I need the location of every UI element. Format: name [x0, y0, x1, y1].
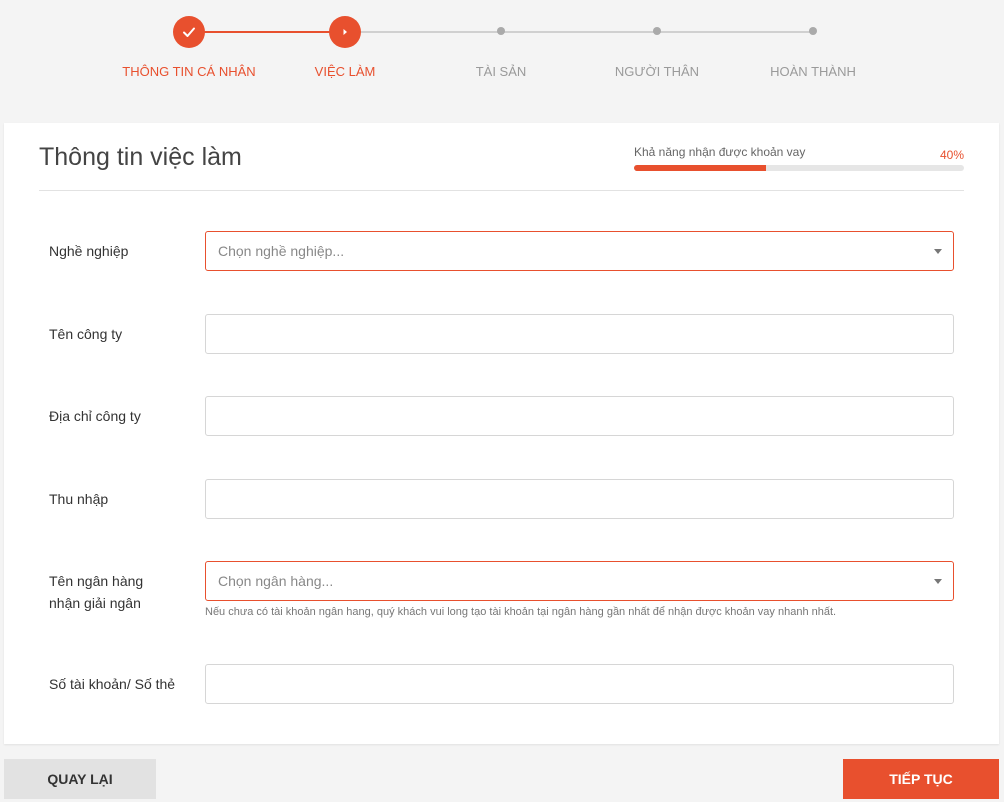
back-button[interactable]: QUAY LẠI	[4, 759, 156, 799]
progress-track	[634, 165, 964, 171]
step-employment[interactable]: VIỆC LÀM	[265, 0, 425, 79]
company-address-label: Địa chỉ công ty	[49, 408, 141, 424]
bank-placeholder: Chọn ngân hàng...	[218, 573, 334, 589]
step-assets[interactable]: TÀI SẢN	[421, 0, 581, 79]
company-name-label: Tên công ty	[49, 326, 123, 342]
continue-button[interactable]: TIẾP TỤC	[843, 759, 999, 799]
account-number-label: Số tài khoản/ Số thẻ	[49, 676, 176, 692]
company-address-input[interactable]	[205, 396, 954, 436]
step-label: NGƯỜI THÂN	[614, 64, 700, 79]
step-label: THÔNG TIN CÁ NHÂN	[122, 64, 256, 79]
step-relatives[interactable]: NGƯỜI THÂN	[577, 0, 737, 79]
bank-hint: Nếu chưa có tài khoản ngân hang, quý khá…	[205, 606, 837, 618]
step-complete[interactable]: HOÀN THÀNH	[733, 0, 893, 79]
bank-label: Tên ngân hàng nhận giải ngân	[49, 570, 199, 614]
income-label: Thu nhập	[49, 491, 109, 507]
employment-form-card: Thông tin việc làm Khả năng nhận được kh…	[4, 123, 999, 744]
step-dot-icon	[653, 27, 661, 35]
play-icon	[329, 16, 361, 48]
account-number-input[interactable]	[205, 664, 954, 704]
loan-eligibility-progress: Khả năng nhận được khoản vay 40%	[634, 145, 964, 171]
step-dot-icon	[497, 27, 505, 35]
bank-label-line1: Tên ngân hàng	[49, 573, 144, 589]
page-title: Thông tin việc làm	[39, 143, 242, 171]
title-divider	[39, 190, 964, 191]
company-name-input[interactable]	[205, 314, 954, 354]
progress-stepper: THÔNG TIN CÁ NHÂN VIỆC LÀM TÀI SẢN NGƯỜI…	[0, 0, 1004, 110]
step-dot-icon	[809, 27, 817, 35]
step-label: HOÀN THÀNH	[770, 64, 856, 79]
check-icon	[173, 16, 205, 48]
progress-percent: 40%	[939, 148, 964, 162]
step-personal-info[interactable]: THÔNG TIN CÁ NHÂN	[109, 0, 269, 79]
bank-label-line2: nhận giải ngân	[49, 595, 141, 611]
caret-down-icon	[934, 579, 942, 584]
progress-label: Khả năng nhận được khoản vay	[634, 145, 806, 159]
bank-select[interactable]: Chọn ngân hàng...	[205, 561, 954, 601]
occupation-select[interactable]: Chọn nghề nghiệp...	[205, 231, 954, 271]
occupation-placeholder: Chọn nghề nghiệp...	[218, 243, 345, 259]
progress-fill	[634, 165, 766, 171]
step-label: VIỆC LÀM	[314, 64, 376, 79]
caret-down-icon	[934, 249, 942, 254]
occupation-label: Nghề nghiệp	[49, 243, 129, 259]
income-input[interactable]	[205, 479, 954, 519]
step-label: TÀI SẢN	[475, 64, 527, 79]
